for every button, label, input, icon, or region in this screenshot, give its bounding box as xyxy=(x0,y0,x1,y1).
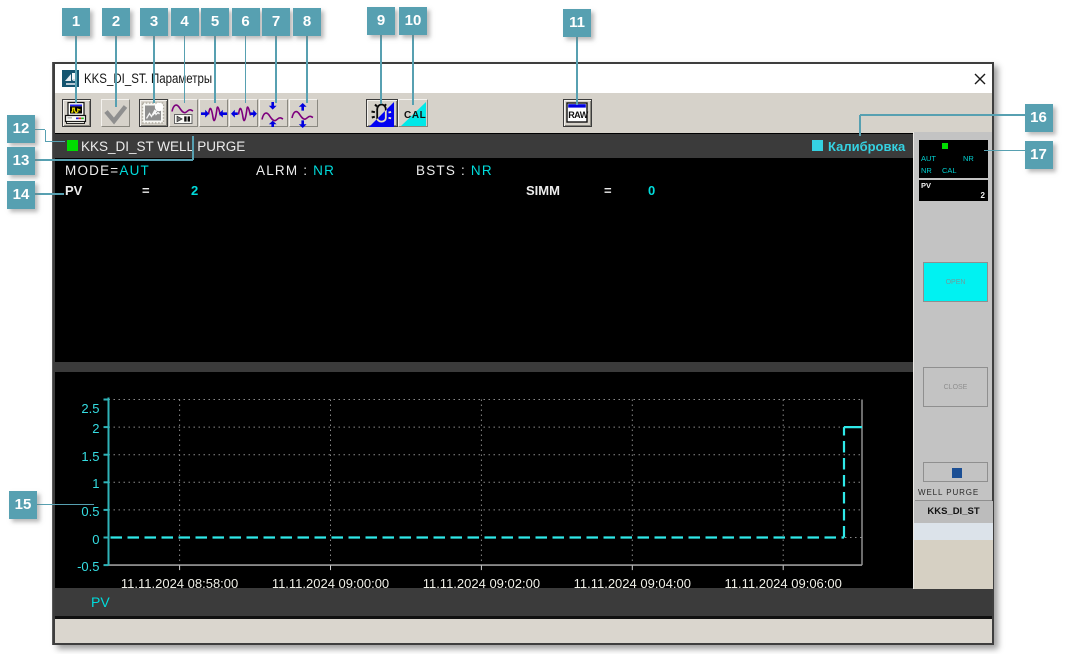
svg-text:CAL: CAL xyxy=(404,110,426,121)
svg-text:RAW: RAW xyxy=(568,110,589,120)
